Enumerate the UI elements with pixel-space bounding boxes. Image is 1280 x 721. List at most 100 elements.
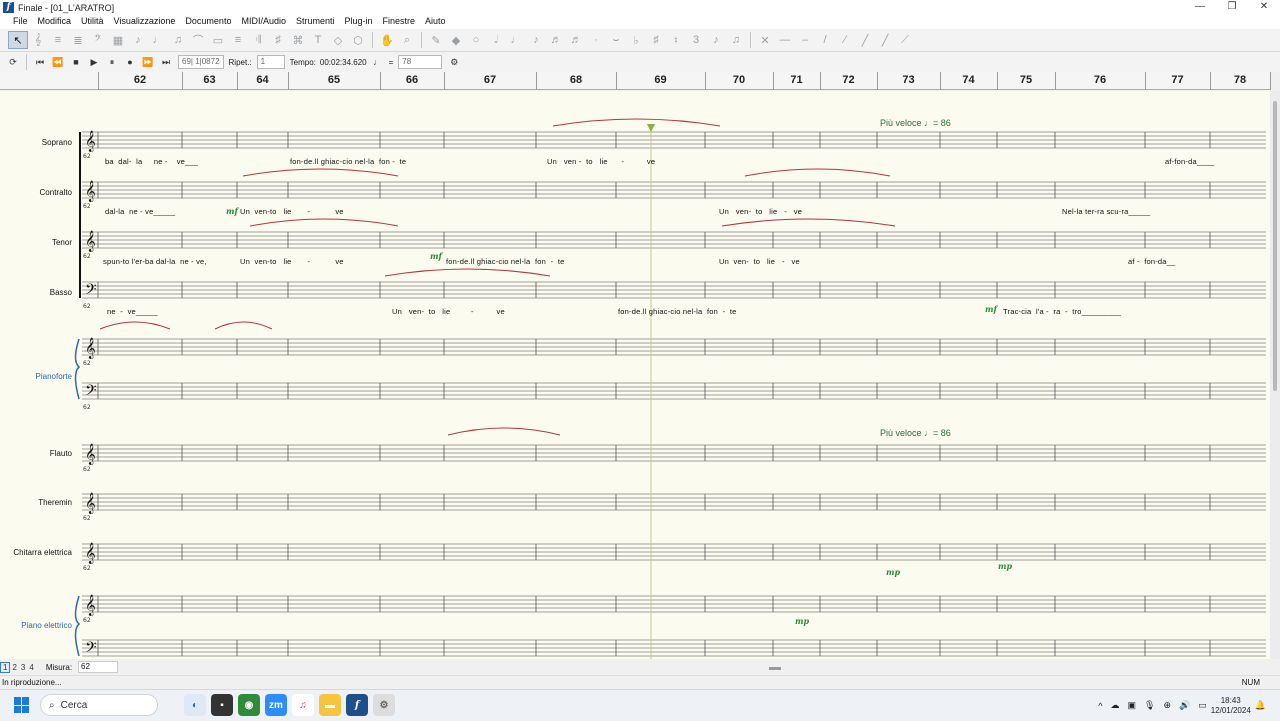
articulation-tenuto-icon[interactable]: — bbox=[775, 31, 795, 49]
articulation-tool-icon[interactable]: ▭ bbox=[208, 31, 228, 49]
voice-icon[interactable]: ♫ bbox=[726, 31, 746, 49]
selection-tool-icon[interactable]: ↖ bbox=[8, 31, 28, 49]
stop-icon[interactable]: ■ bbox=[67, 54, 85, 70]
tray-network-icon[interactable]: ☁ bbox=[1111, 700, 1120, 711]
score-canvas[interactable]: 𝄞62𝄞62𝄞62𝄢62𝄞62𝄢62𝄞62𝄞62𝄞62𝄞62𝄢62 bbox=[0, 91, 1270, 659]
taskbar-search[interactable]: ⌕ Cerca bbox=[40, 694, 158, 716]
articulation-stroke-icon[interactable]: / bbox=[815, 31, 835, 49]
minimize-button[interactable]: — bbox=[1184, 0, 1216, 15]
rest-icon[interactable]: ◆ bbox=[446, 31, 466, 49]
tray-speaker-icon[interactable]: 🔊 bbox=[1179, 700, 1190, 711]
rewind-start-icon[interactable]: ⏮ bbox=[31, 54, 49, 70]
dot-icon[interactable]: · bbox=[586, 31, 606, 49]
measure-tool-icon[interactable]: ▦ bbox=[108, 31, 128, 49]
ruler-measure-number[interactable]: 77 bbox=[1171, 74, 1183, 86]
tray-globe-icon[interactable]: ⊕ bbox=[1163, 700, 1171, 711]
smart-shape-icon[interactable]: ⌒ bbox=[188, 31, 208, 49]
ruler-measure-number[interactable]: 67 bbox=[484, 74, 496, 86]
hand-grabber-icon[interactable]: ✋ bbox=[377, 31, 397, 49]
ruler-measure-number[interactable]: 76 bbox=[1094, 74, 1106, 86]
menu-utilita[interactable]: Utilità bbox=[76, 15, 109, 29]
articulation-slash2-icon[interactable]: ╱ bbox=[875, 31, 895, 49]
sixteenth-note-icon[interactable]: ♬ bbox=[546, 31, 566, 49]
record-icon[interactable]: ● bbox=[121, 54, 139, 70]
page-tab-3[interactable]: 3 bbox=[19, 663, 27, 672]
pause-icon[interactable]: ⏸ bbox=[103, 54, 121, 70]
tempo-value-field[interactable]: 78 bbox=[398, 55, 443, 69]
close-button[interactable]: ✕ bbox=[1248, 0, 1280, 15]
menu-midi-audio[interactable]: MIDI/Audio bbox=[236, 15, 291, 29]
tray-battery-icon[interactable]: ▭ bbox=[1198, 700, 1207, 711]
menu-plug-in[interactable]: Plug-in bbox=[340, 15, 378, 29]
measure-ruler[interactable]: 62 63 64 65 66 67 68 69 70 71 72 73 74 75 76 77 78 bbox=[0, 72, 1271, 90]
clef-tool-icon[interactable]: 𝄢 bbox=[88, 31, 108, 49]
position-field[interactable]: 69| 1|0872 bbox=[178, 55, 224, 69]
ruler-measure-number[interactable]: 62 bbox=[134, 74, 146, 86]
graphics-tool-icon[interactable]: ◇ bbox=[328, 31, 348, 49]
tuplet-icon[interactable]: 3 bbox=[686, 31, 706, 49]
windows-start-icon[interactable] bbox=[14, 697, 30, 713]
score-document[interactable]: 𝄞62𝄞62𝄞62𝄢62𝄞62𝄢62𝄞62𝄞62𝄞62𝄞62𝄢62 Sopran… bbox=[0, 91, 1270, 659]
articulation-dash-icon[interactable]: – bbox=[795, 31, 815, 49]
menu-aiuto[interactable]: Aiuto bbox=[420, 15, 451, 29]
menu-strumenti[interactable]: Strumenti bbox=[291, 15, 340, 29]
vertical-scroll-thumb[interactable] bbox=[1273, 101, 1277, 391]
natural-icon[interactable]: ♮ bbox=[666, 31, 686, 49]
flat-icon[interactable]: ♭ bbox=[626, 31, 646, 49]
text-tool-icon[interactable]: T bbox=[308, 31, 328, 49]
menu-visualizzazione[interactable]: Visualizzazione bbox=[109, 15, 181, 29]
articulation-stroke2-icon[interactable]: ⁄ bbox=[835, 31, 855, 49]
articulation-accent-icon[interactable]: ✕ bbox=[755, 31, 775, 49]
page-tab-1[interactable]: 1 bbox=[0, 661, 11, 673]
browser-icon[interactable]: ◉ bbox=[238, 694, 260, 716]
ruler-measure-number[interactable]: 72 bbox=[842, 74, 854, 86]
ruler-measure-number[interactable]: 63 bbox=[203, 74, 215, 86]
zoom-tool-icon[interactable]: ⌕ bbox=[397, 31, 417, 49]
quarter-note-icon[interactable]: ♩ bbox=[506, 31, 526, 49]
ruler-measure-number[interactable]: 65 bbox=[328, 74, 340, 86]
tray-chevron-icon[interactable]: ^ bbox=[1098, 701, 1102, 711]
tuplet-tool-icon[interactable]: ♫ bbox=[168, 31, 188, 49]
articulation-slash-icon[interactable]: ╱ bbox=[855, 31, 875, 49]
system-clock[interactable]: 18:43 12/01/2024 bbox=[1211, 696, 1251, 716]
speedy-entry-icon[interactable]: ♩ bbox=[148, 31, 168, 49]
ruler-measure-number[interactable]: 68 bbox=[570, 74, 582, 86]
whole-note-icon[interactable]: ○ bbox=[466, 31, 486, 49]
rewind-icon[interactable]: ⏪ bbox=[49, 54, 67, 70]
page-tab-2[interactable]: 2 bbox=[10, 663, 18, 672]
menu-modifica[interactable]: Modifica bbox=[33, 15, 77, 29]
ruler-measure-number[interactable]: 73 bbox=[902, 74, 914, 86]
tempo-note-icon[interactable]: ♩ bbox=[369, 54, 387, 70]
half-note-icon[interactable]: 𝅗𝅥 bbox=[486, 31, 506, 49]
menu-documento[interactable]: Documento bbox=[180, 15, 236, 29]
ruler-measure-number[interactable]: 64 bbox=[256, 74, 268, 86]
menu-finestre[interactable]: Finestre bbox=[378, 15, 421, 29]
zoom-app-icon[interactable]: zm bbox=[265, 694, 287, 716]
tie-icon[interactable]: ⌣ bbox=[606, 31, 626, 49]
ruler-measure-number[interactable]: 74 bbox=[962, 74, 974, 86]
repeat-tool-icon[interactable]: 𝄇 bbox=[248, 31, 268, 49]
ruler-measure-number[interactable]: 71 bbox=[790, 74, 802, 86]
music-app-icon[interactable]: ♫ bbox=[292, 694, 314, 716]
tray-app-icon[interactable]: ▣ bbox=[1128, 700, 1137, 711]
eighth-note-icon[interactable]: ♪ bbox=[526, 31, 546, 49]
measure-field[interactable]: 62 bbox=[78, 661, 119, 673]
fast-forward-icon[interactable]: ⏩ bbox=[139, 54, 157, 70]
repeat-field[interactable]: 1 bbox=[256, 55, 285, 69]
key-signature-tool-icon[interactable]: ≡ bbox=[48, 31, 68, 49]
play-icon[interactable]: ▶ bbox=[85, 54, 103, 70]
menu-file[interactable]: File bbox=[8, 15, 33, 29]
ruler-measure-number[interactable]: 66 bbox=[406, 74, 418, 86]
time-signature-tool-icon[interactable]: ≣ bbox=[68, 31, 88, 49]
ruler-measure-number[interactable]: 70 bbox=[733, 74, 745, 86]
simple-entry-icon[interactable]: ♪ bbox=[128, 31, 148, 49]
articulation-gliss-icon[interactable]: ⟋ bbox=[895, 31, 915, 49]
eraser-icon[interactable]: ✎ bbox=[426, 31, 446, 49]
ruler-measure-number[interactable]: 78 bbox=[1234, 74, 1246, 86]
finale-taskbar-icon[interactable]: f bbox=[346, 694, 368, 716]
sharp-icon[interactable]: ♯ bbox=[646, 31, 666, 49]
widgets-icon[interactable]: ◐ bbox=[184, 694, 206, 716]
expression-tool-icon[interactable]: ≡ bbox=[228, 31, 248, 49]
chord-tool-icon[interactable]: ♯ bbox=[268, 31, 288, 49]
lyrics-tool-icon[interactable]: ⌘ bbox=[288, 31, 308, 49]
